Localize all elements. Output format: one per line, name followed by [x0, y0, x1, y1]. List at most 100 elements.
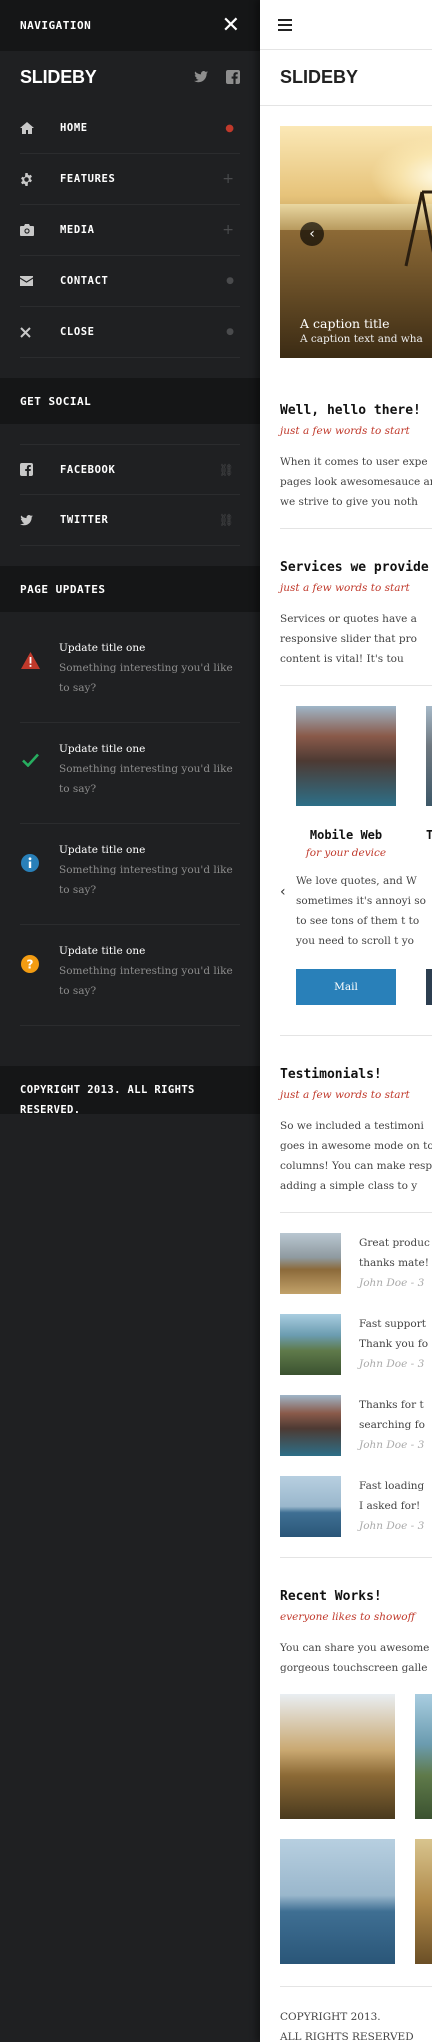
text-line: you need to scroll t yo: [296, 935, 414, 947]
top-bar: [260, 0, 432, 50]
section-subheading: everyone likes to showoff: [280, 1611, 416, 1623]
sidebar-item-twitter[interactable]: TWITTER ⛓: [20, 495, 240, 546]
chevron-left-icon[interactable]: ‹: [280, 884, 286, 900]
services-slider[interactable]: ‹ Mobile Web for your device We love quo…: [280, 686, 432, 1036]
active-dot-icon: ●: [225, 122, 234, 134]
testimonial-thumbnail: [280, 1395, 341, 1456]
testimonial-item: Thanks for t searching fo John Doe - 3: [280, 1395, 432, 1456]
menu-icon[interactable]: [278, 18, 292, 31]
sidebar-item-label: MEDIA: [60, 224, 95, 236]
service-card: Mobile Web for your device We love quote…: [296, 706, 426, 1005]
twitter-icon[interactable]: [194, 71, 208, 83]
update-text: to say?: [59, 985, 97, 997]
gear-icon: [21, 172, 32, 186]
update-text: to say?: [59, 783, 97, 795]
sidebar-brand: SLIDEBY: [0, 51, 260, 103]
update-text: to say?: [59, 682, 97, 694]
hello-section: Well, hello there! just a few words to s…: [280, 358, 432, 529]
service-card: T: [426, 706, 432, 1005]
sidebar-item-contact[interactable]: CONTACT ●: [20, 256, 240, 307]
section-heading-updates: PAGE UPDATES: [0, 566, 260, 612]
info-icon: [21, 854, 39, 872]
testimonial-quote: Thanks for t: [359, 1399, 424, 1411]
text-line: Services or quotes have a: [280, 613, 417, 625]
text-line: adding a simple class to y: [280, 1180, 418, 1192]
image-slider[interactable]: ‹ A caption title A caption text and wha: [280, 126, 432, 358]
testimonial-quote: thanks mate!: [359, 1257, 429, 1269]
gallery-image[interactable]: [415, 1694, 432, 1819]
gallery-image[interactable]: [280, 1694, 395, 1819]
mail-button[interactable]: Mail: [296, 969, 396, 1005]
main-page: SLIDEBY ‹ A caption title A caption text…: [260, 0, 432, 2042]
text-line: we strive to give you noth: [280, 496, 418, 508]
slider-prev-button[interactable]: ‹: [300, 222, 324, 246]
works-section: Recent Works! everyone likes to showoff …: [280, 1558, 432, 1694]
sidebar-item-facebook[interactable]: FACEBOOK ⛓: [20, 444, 240, 495]
twitter-icon: [20, 514, 33, 525]
service-button[interactable]: [426, 969, 432, 1005]
testimonial-quote: Great produc: [359, 1237, 430, 1249]
sidebar-item-home[interactable]: HOME ●: [20, 103, 240, 154]
copyright-line: COPYRIGHT 2013. ALL RIGHTS: [20, 1084, 195, 1096]
warning-icon: [20, 652, 40, 669]
testimonial-item: Fast support Thank you fo John Doe - 3: [280, 1314, 432, 1375]
section-heading: Well, hello there!: [280, 403, 421, 418]
update-item[interactable]: Update title one Something interesting y…: [20, 824, 240, 925]
service-image: [296, 706, 396, 806]
mail-icon: [20, 276, 33, 286]
slider-caption: A caption title A caption text and wha: [300, 316, 423, 346]
works-gallery: [280, 1694, 432, 1987]
section-subheading: just a few words to start: [280, 1089, 410, 1101]
update-item[interactable]: Update title one Something interesting y…: [20, 622, 240, 723]
update-text: Something interesting you'd like: [59, 662, 233, 674]
facebook-icon: [20, 463, 33, 476]
testimonial-quote: Thank you fo: [359, 1338, 429, 1350]
gallery-image[interactable]: [415, 1839, 432, 1964]
update-text: Something interesting you'd like: [59, 965, 233, 977]
link-icon: ⛓: [218, 462, 234, 477]
svg-text:?: ?: [27, 958, 34, 972]
testimonial-item: Great produc thanks mate! John Doe - 3: [280, 1233, 432, 1294]
dot-icon: ●: [226, 327, 234, 337]
text-line: When it comes to user expe: [280, 456, 428, 468]
update-item[interactable]: Update title one Something interesting y…: [20, 723, 240, 824]
testimonial-author: John Doe - 3: [359, 1277, 425, 1289]
plus-icon: +: [222, 171, 234, 187]
testimonials-section: Testimonials! just a few words to start …: [280, 1036, 432, 1213]
copyright-line: RESERVED.: [20, 1104, 81, 1116]
testimonial-author: John Doe - 3: [359, 1358, 425, 1370]
text-line: to see tons of them t to: [296, 915, 420, 927]
update-item[interactable]: ? Update title one Something interesting…: [20, 925, 240, 1026]
home-icon: [20, 122, 34, 134]
testimonial-thumbnail: [280, 1476, 341, 1537]
update-title: Update title one: [59, 844, 146, 856]
testimonial-thumbnail: [280, 1314, 341, 1375]
sidebar-item-close[interactable]: CLOSE ●: [20, 307, 240, 358]
facebook-icon[interactable]: [226, 70, 240, 84]
sidebar-item-features[interactable]: FEATURES +: [20, 154, 240, 205]
text-line: pages look awesomesauce an: [280, 476, 432, 488]
testimonial-author: John Doe - 3: [359, 1520, 425, 1532]
page-title: SLIDEBY: [260, 50, 432, 106]
updates-list: Update title one Something interesting y…: [0, 612, 260, 1026]
section-heading: Recent Works!: [280, 1589, 382, 1604]
testimonial-quote: searching fo: [359, 1419, 425, 1431]
section-subheading: just a few words to start: [280, 582, 410, 594]
gallery-image[interactable]: [280, 1839, 395, 1964]
footer-line: ALL RIGHTS RESERVED: [280, 2031, 414, 2042]
section-subheading: just a few words to start: [280, 425, 410, 437]
sidebar-header: NAVIGATION ✕: [0, 0, 260, 51]
close-icon[interactable]: ✕: [222, 14, 240, 37]
text-line: responsive slider that pro: [280, 633, 417, 645]
sidebar-item-label: CLOSE: [60, 326, 95, 338]
services-section: Services we provide just a few words to …: [280, 529, 432, 686]
section-text: Services or quotes have a responsive slid…: [280, 609, 432, 669]
text-line: content is vital! It's tou: [280, 653, 404, 665]
check-icon: [21, 753, 39, 767]
text-line: columns! You can make resp: [280, 1160, 432, 1172]
brand-name: SLIDEBY: [20, 66, 97, 87]
app-root: { "sidebar": { "header_title": "NAVIGATI…: [0, 0, 432, 2042]
caption-text: A caption text and wha: [300, 333, 423, 345]
sidebar-item-media[interactable]: MEDIA +: [20, 205, 240, 256]
section-heading-social: GET SOCIAL: [0, 378, 260, 424]
